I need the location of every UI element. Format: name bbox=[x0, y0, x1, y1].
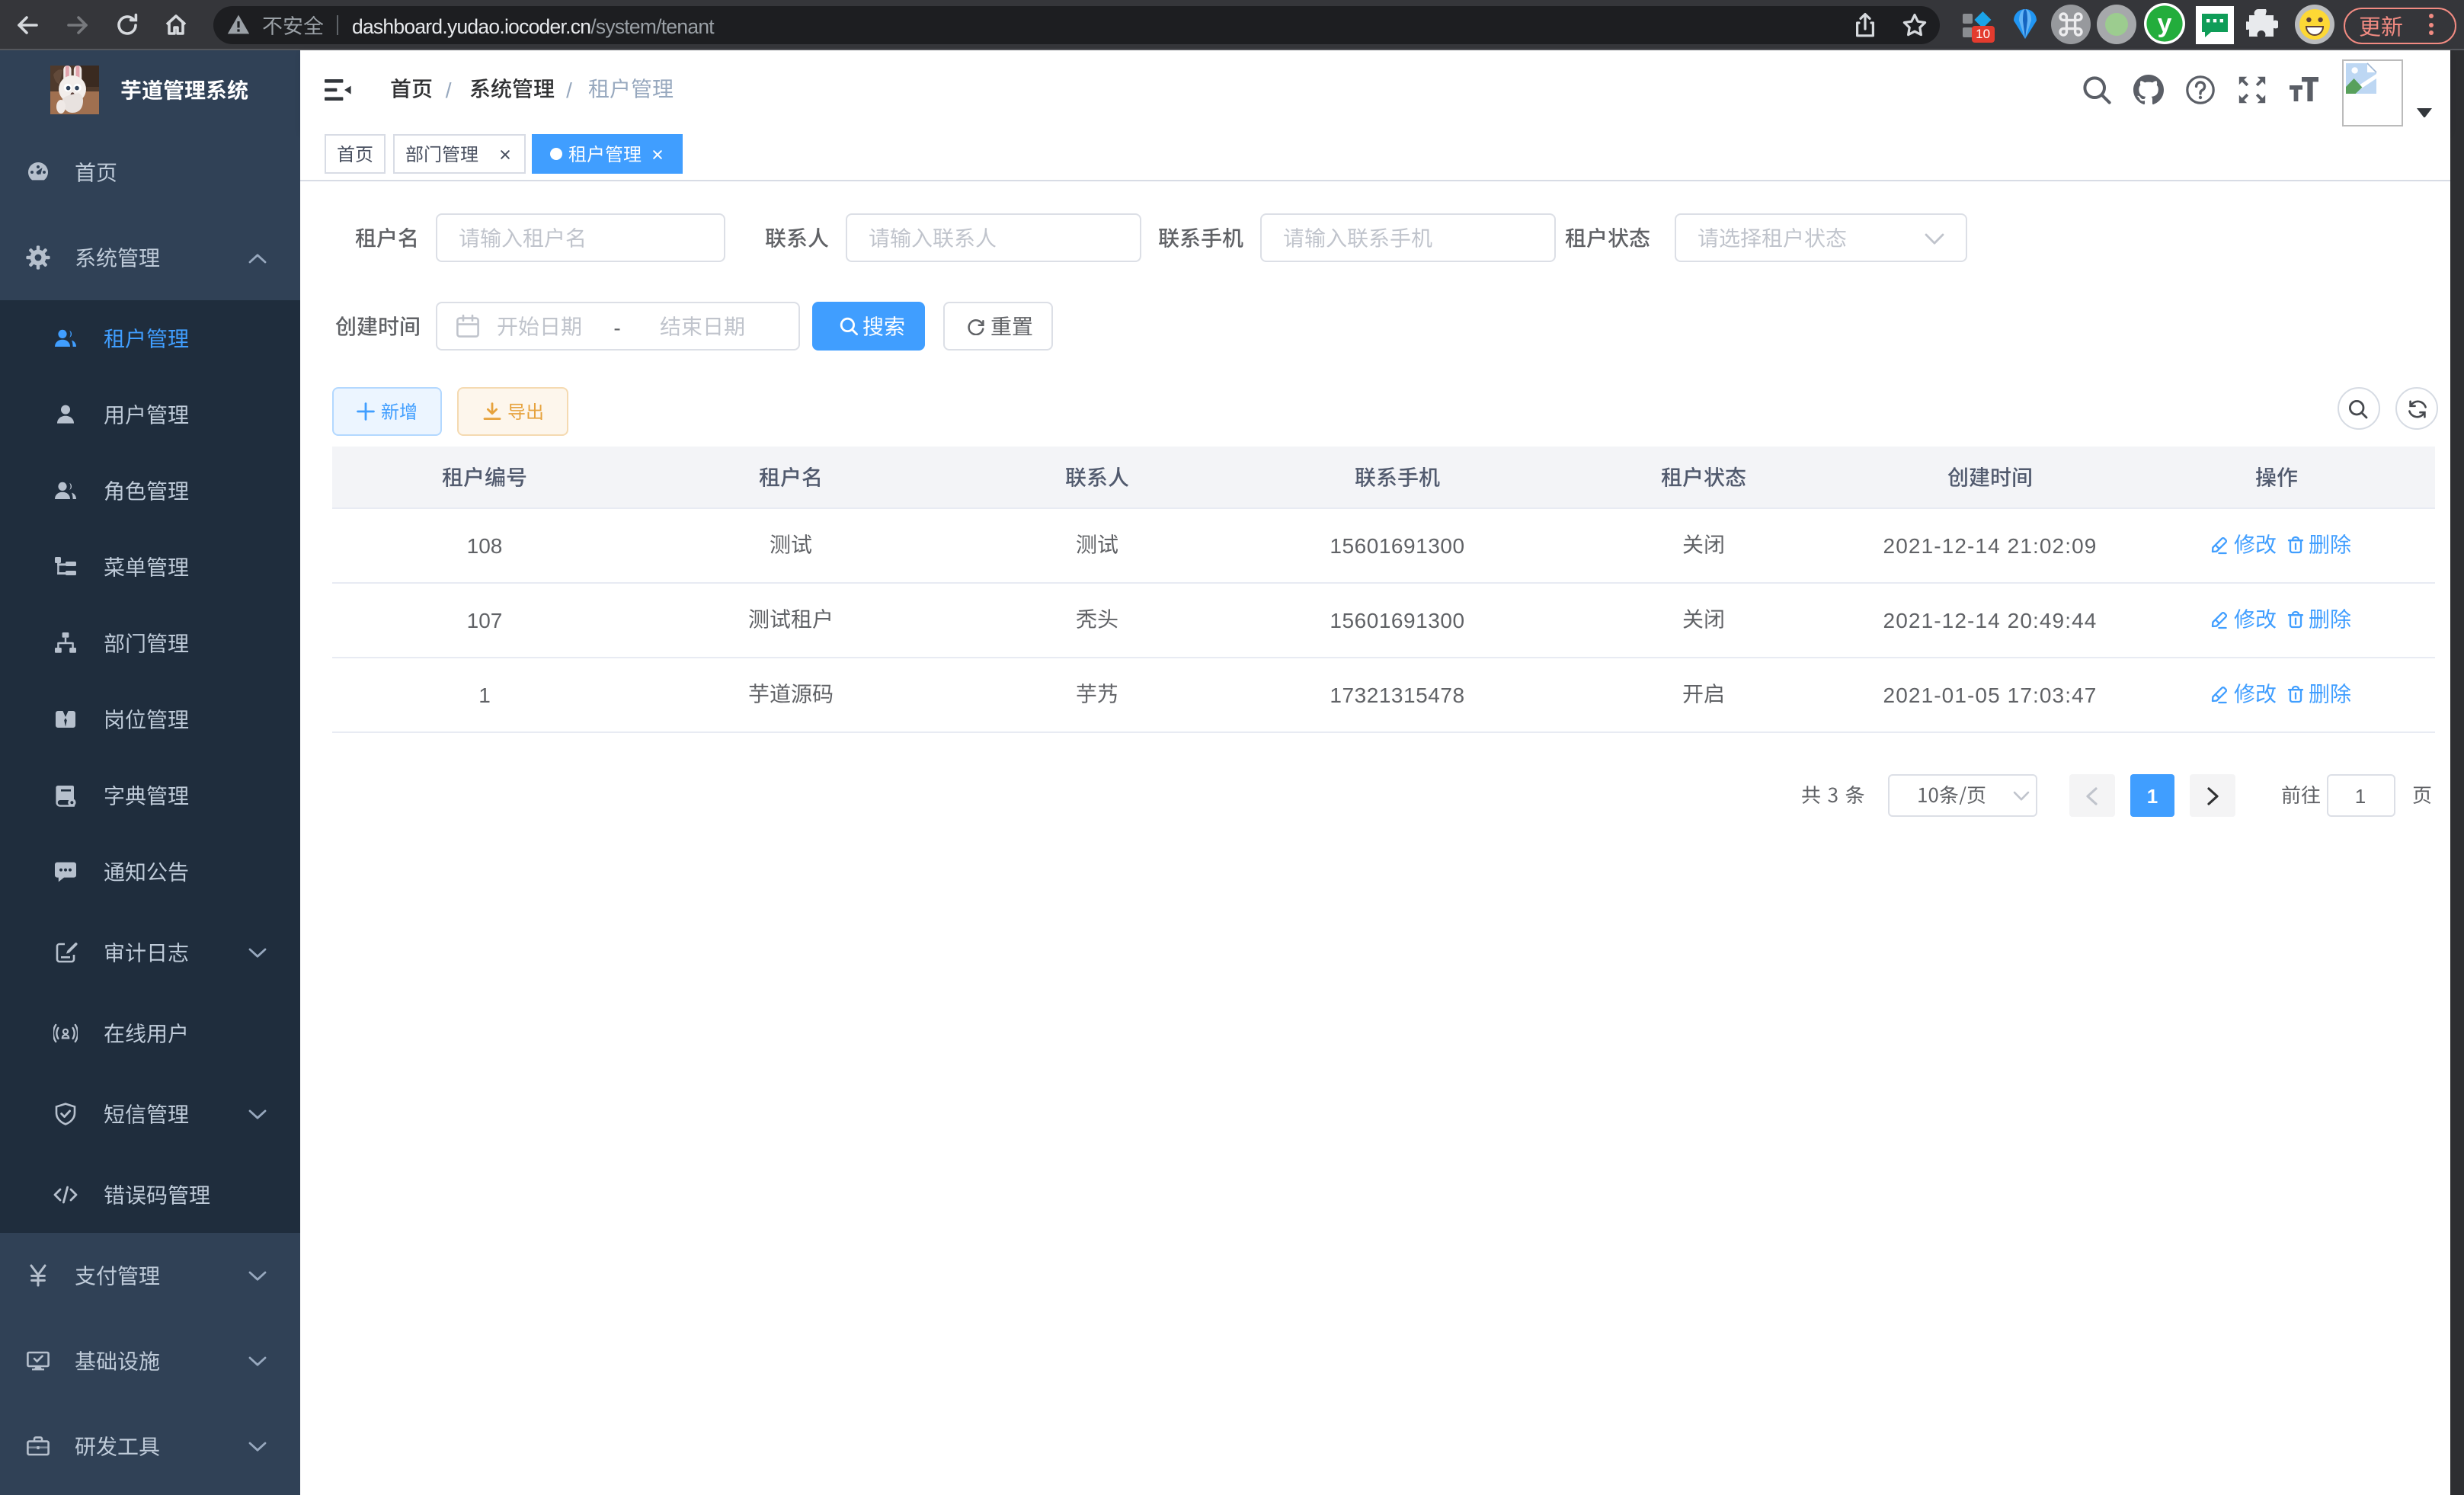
svg-text:y: y bbox=[2158, 9, 2172, 38]
